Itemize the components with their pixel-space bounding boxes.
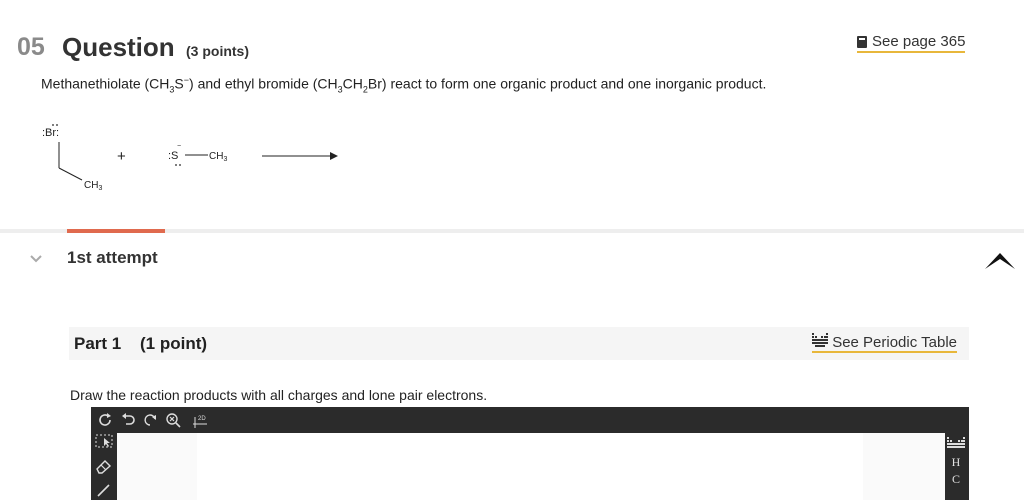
- statement-part: Br) react to form one organic product an…: [367, 75, 767, 92]
- statement-part: CH: [342, 75, 363, 92]
- s-lone-pair: [179, 164, 181, 166]
- ch3-label: CH3: [84, 180, 102, 192]
- question-statement: Methanethiolate (CH3S−) and ethyl bromid…: [41, 75, 766, 94]
- part-header: Part 1 (1 point) See Periodic Table: [69, 327, 969, 360]
- statement-part: ) and ethyl bromide (CH: [189, 75, 338, 92]
- redo-icon[interactable]: [143, 413, 157, 427]
- reaction-scheme: :Br: CH3 + :S − CH3: [42, 124, 338, 192]
- drawing-canvas[interactable]: [117, 433, 945, 500]
- question-title: Question: [62, 32, 175, 62]
- undo-icon[interactable]: [121, 412, 135, 427]
- eraser-icon[interactable]: [95, 458, 113, 479]
- statement-part: Methanethiolate (CH: [41, 75, 170, 92]
- editor-toolbar: 2D: [91, 407, 975, 432]
- periodic-table-icon: [812, 333, 829, 351]
- see-page-label: See page 365: [872, 33, 966, 50]
- part-label: Part 1: [74, 334, 122, 353]
- editor-right-tools: H C: [945, 437, 967, 487]
- plus-sign: +: [117, 148, 126, 165]
- statement-part: S: [174, 75, 184, 92]
- question-points: (3 points): [186, 43, 249, 59]
- br-lone-pair: [52, 124, 54, 126]
- periodic-table-link[interactable]: See Periodic Table: [812, 333, 957, 353]
- atom-h-button[interactable]: H: [952, 455, 961, 470]
- s-lone-pair: [175, 164, 177, 166]
- part-instruction: Draw the reaction products with all char…: [70, 387, 488, 403]
- canvas-work-area[interactable]: [197, 433, 863, 500]
- bond-tool-icon[interactable]: [95, 483, 113, 502]
- sulfur-label: :S: [168, 150, 178, 162]
- sulfur-charge: −: [177, 143, 181, 150]
- svg-text:2D: 2D: [198, 416, 206, 422]
- collapse-up-icon[interactable]: [983, 245, 1017, 278]
- s-ch3-label: CH3: [209, 151, 227, 163]
- select-icon[interactable]: [94, 433, 114, 454]
- chevron-down-icon[interactable]: [30, 250, 42, 266]
- periodic-picker-icon[interactable]: [947, 437, 965, 453]
- bromine-label: :Br:: [42, 127, 59, 139]
- question-number: 05: [17, 33, 45, 61]
- book-icon: [857, 35, 867, 48]
- arrow-head: [330, 152, 338, 160]
- atom-c-button[interactable]: C: [952, 472, 960, 487]
- structure-editor: 2D H C: [91, 407, 969, 500]
- editor-left-tools: [93, 433, 115, 502]
- 2d-clean-icon[interactable]: 2D: [191, 411, 209, 429]
- zoom-icon[interactable]: [165, 412, 183, 428]
- br-lone-pair: [56, 124, 58, 126]
- bond-line: [58, 167, 83, 181]
- attempt-label: 1st attempt: [67, 248, 158, 267]
- see-page-link[interactable]: See page 365: [857, 33, 966, 53]
- reset-icon[interactable]: [97, 412, 113, 428]
- part-points: (1 point): [140, 334, 208, 353]
- periodic-table-label: See Periodic Table: [832, 333, 957, 351]
- active-attempt-indicator: [67, 229, 165, 233]
